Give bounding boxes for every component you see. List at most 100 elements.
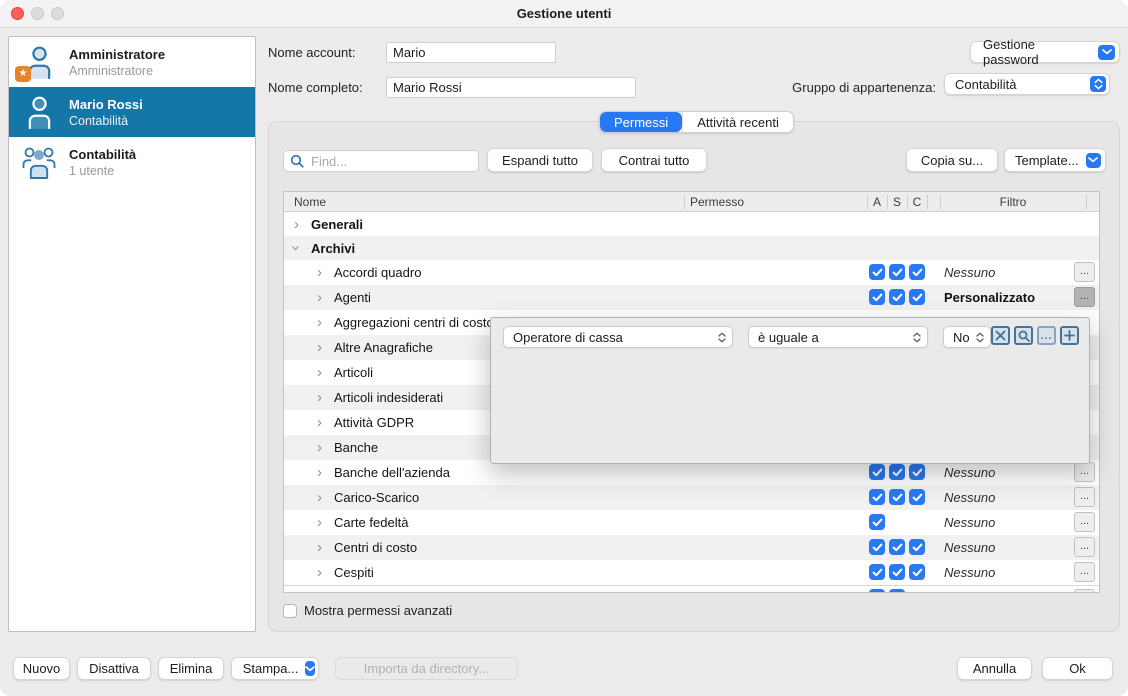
filter-add-button[interactable]	[1060, 326, 1079, 345]
permission-checkbox-a[interactable]	[869, 489, 885, 505]
permission-checkbox-a[interactable]	[869, 464, 885, 480]
chevron-right-icon[interactable]: ›	[317, 485, 322, 510]
chevron-right-icon[interactable]: ›	[317, 310, 322, 335]
table-row-accordi-quadro[interactable]: ›Accordi quadroNessuno...	[284, 260, 1099, 285]
chevron-right-icon[interactable]: ›	[317, 260, 322, 285]
table-row-agenti[interactable]: ›AgentiPersonalizzato...	[284, 285, 1099, 310]
column-divider	[927, 195, 928, 209]
sidebar-item-subtitle: 1 utente	[69, 163, 136, 179]
window-title: Gestione utenti	[0, 0, 1128, 28]
search-field-wrap	[283, 150, 479, 172]
filter-search-button[interactable]	[1014, 326, 1033, 345]
filter-more-button[interactable]: ...	[1074, 537, 1095, 557]
sidebar-item-mario-rossi[interactable]: Mario RossiContabilità	[9, 87, 255, 137]
filter-operator-select[interactable]: è uguale a	[748, 326, 928, 348]
table-row-carico-scarico[interactable]: ›Carico-ScaricoNessuno...	[284, 485, 1099, 510]
table-row-archivi[interactable]: ›Archivi	[284, 236, 1099, 260]
filter-value: Nessuno	[944, 485, 995, 510]
chevron-right-icon[interactable]: ›	[317, 510, 322, 535]
template-button[interactable]: Template...	[1004, 148, 1106, 172]
user-management-window: Gestione utenti ★AmministratoreAmministr…	[0, 0, 1128, 696]
sidebar-item-amministratore[interactable]: ★AmministratoreAmministratore	[9, 37, 255, 87]
sidebar-item-contabilit-[interactable]: Contabilità1 utente	[9, 137, 255, 187]
filter-ellipsis-button[interactable]: ...	[1037, 326, 1056, 345]
chevron-right-icon[interactable]: ›	[317, 360, 322, 385]
group-select[interactable]: Contabilità	[944, 73, 1110, 95]
permission-checkbox-s[interactable]	[889, 264, 905, 280]
permission-checkbox-s[interactable]	[889, 289, 905, 305]
template-label: Template...	[1015, 153, 1079, 168]
col-header-filtro[interactable]: Filtro	[940, 192, 1086, 212]
filter-value: Nessuno	[944, 560, 995, 585]
advanced-permissions-checkbox[interactable]	[283, 604, 297, 618]
permission-checkbox-s[interactable]	[889, 539, 905, 555]
cancel-button[interactable]: Annulla	[957, 657, 1032, 680]
filter-clear-button[interactable]	[991, 326, 1010, 345]
chevron-right-icon[interactable]: ›	[317, 410, 322, 435]
filter-value-select[interactable]: No	[943, 326, 991, 348]
chevron-right-icon[interactable]: ›	[294, 212, 299, 236]
filter-more-button[interactable]: ...	[1074, 562, 1095, 582]
permission-checkbox-c[interactable]	[909, 289, 925, 305]
col-header-a[interactable]: A	[867, 192, 887, 212]
filter-more-button[interactable]: ...	[1074, 462, 1095, 482]
column-divider	[867, 195, 868, 209]
permission-checkbox-c[interactable]	[909, 539, 925, 555]
tab-permessi[interactable]: Permessi	[600, 112, 682, 132]
permission-checkbox-c[interactable]	[909, 564, 925, 580]
chevron-down-icon	[1086, 153, 1101, 168]
chevron-right-icon[interactable]: ›	[317, 335, 322, 360]
table-row-centri-di-costo[interactable]: ›Centri di costoNessuno...	[284, 535, 1099, 560]
new-user-button[interactable]: Nuovo	[13, 657, 70, 680]
permission-checkbox-a[interactable]	[869, 564, 885, 580]
print-label: Stampa...	[243, 661, 299, 676]
table-row-cespiti[interactable]: ›CespitiNessuno...	[284, 560, 1099, 585]
admin-star-badge: ★	[15, 66, 31, 82]
deactivate-button[interactable]: Disattiva	[77, 657, 151, 680]
table-row-carte-fedelt-[interactable]: ›Carte fedeltàNessuno...	[284, 510, 1099, 535]
password-management-button[interactable]: Gestione password	[970, 41, 1120, 63]
filter-more-button[interactable]: ...	[1074, 262, 1095, 282]
expand-all-button[interactable]: Espandi tutto	[487, 148, 593, 172]
delete-button[interactable]: Elimina	[158, 657, 224, 680]
ok-button[interactable]: Ok	[1042, 657, 1113, 680]
col-header-c[interactable]: C	[907, 192, 927, 212]
tab-attivit-recenti[interactable]: Attività recenti	[682, 112, 793, 132]
chevron-right-icon[interactable]: ›	[317, 435, 322, 460]
table-row-generali[interactable]: ›Generali	[284, 212, 1099, 236]
permission-checkbox	[889, 589, 905, 593]
permission-checkbox-s[interactable]	[889, 464, 905, 480]
account-name-field[interactable]	[386, 42, 556, 63]
col-header-nome[interactable]: Nome	[294, 192, 326, 212]
permission-checkbox-a[interactable]	[869, 539, 885, 555]
permission-checkbox-a[interactable]	[869, 264, 885, 280]
permission-checkbox-s[interactable]	[889, 564, 905, 580]
print-button[interactable]: Stampa...	[231, 657, 319, 680]
filter-more-button[interactable]: ...	[1074, 512, 1095, 532]
permission-checkbox-s[interactable]	[889, 489, 905, 505]
chevron-right-icon[interactable]: ›	[317, 385, 322, 410]
copy-to-button[interactable]: Copia su...	[906, 148, 998, 172]
chevron-right-icon[interactable]: ›	[317, 460, 322, 485]
permission-checkbox-c[interactable]	[909, 464, 925, 480]
chevron-right-icon[interactable]: ›	[317, 535, 322, 560]
permission-checkbox-c[interactable]	[909, 489, 925, 505]
filter-more-button[interactable]: ...	[1074, 287, 1095, 307]
row-name: Banche dell'azienda	[334, 460, 450, 485]
col-header-permesso[interactable]: Permesso	[690, 192, 744, 212]
filter-more-button[interactable]: ...	[1074, 487, 1095, 507]
chevron-down-icon[interactable]: ›	[285, 246, 309, 251]
advanced-permissions-label: Mostra permessi avanzati	[304, 603, 452, 618]
collapse-all-button[interactable]: Contrai tutto	[601, 148, 707, 172]
permission-checkbox-a[interactable]	[869, 289, 885, 305]
search-input[interactable]	[309, 153, 489, 170]
chevron-up-down-icon	[1090, 76, 1106, 92]
col-header-s[interactable]: S	[887, 192, 907, 212]
chevron-right-icon[interactable]: ›	[317, 285, 322, 310]
filter-field-select[interactable]: Operatore di cassa	[503, 326, 733, 348]
chevron-right-icon[interactable]: ›	[317, 560, 322, 585]
permission-checkbox-c[interactable]	[909, 264, 925, 280]
full-name-field[interactable]	[386, 77, 636, 98]
add-icon	[1064, 330, 1075, 341]
permission-checkbox-a[interactable]	[869, 514, 885, 530]
